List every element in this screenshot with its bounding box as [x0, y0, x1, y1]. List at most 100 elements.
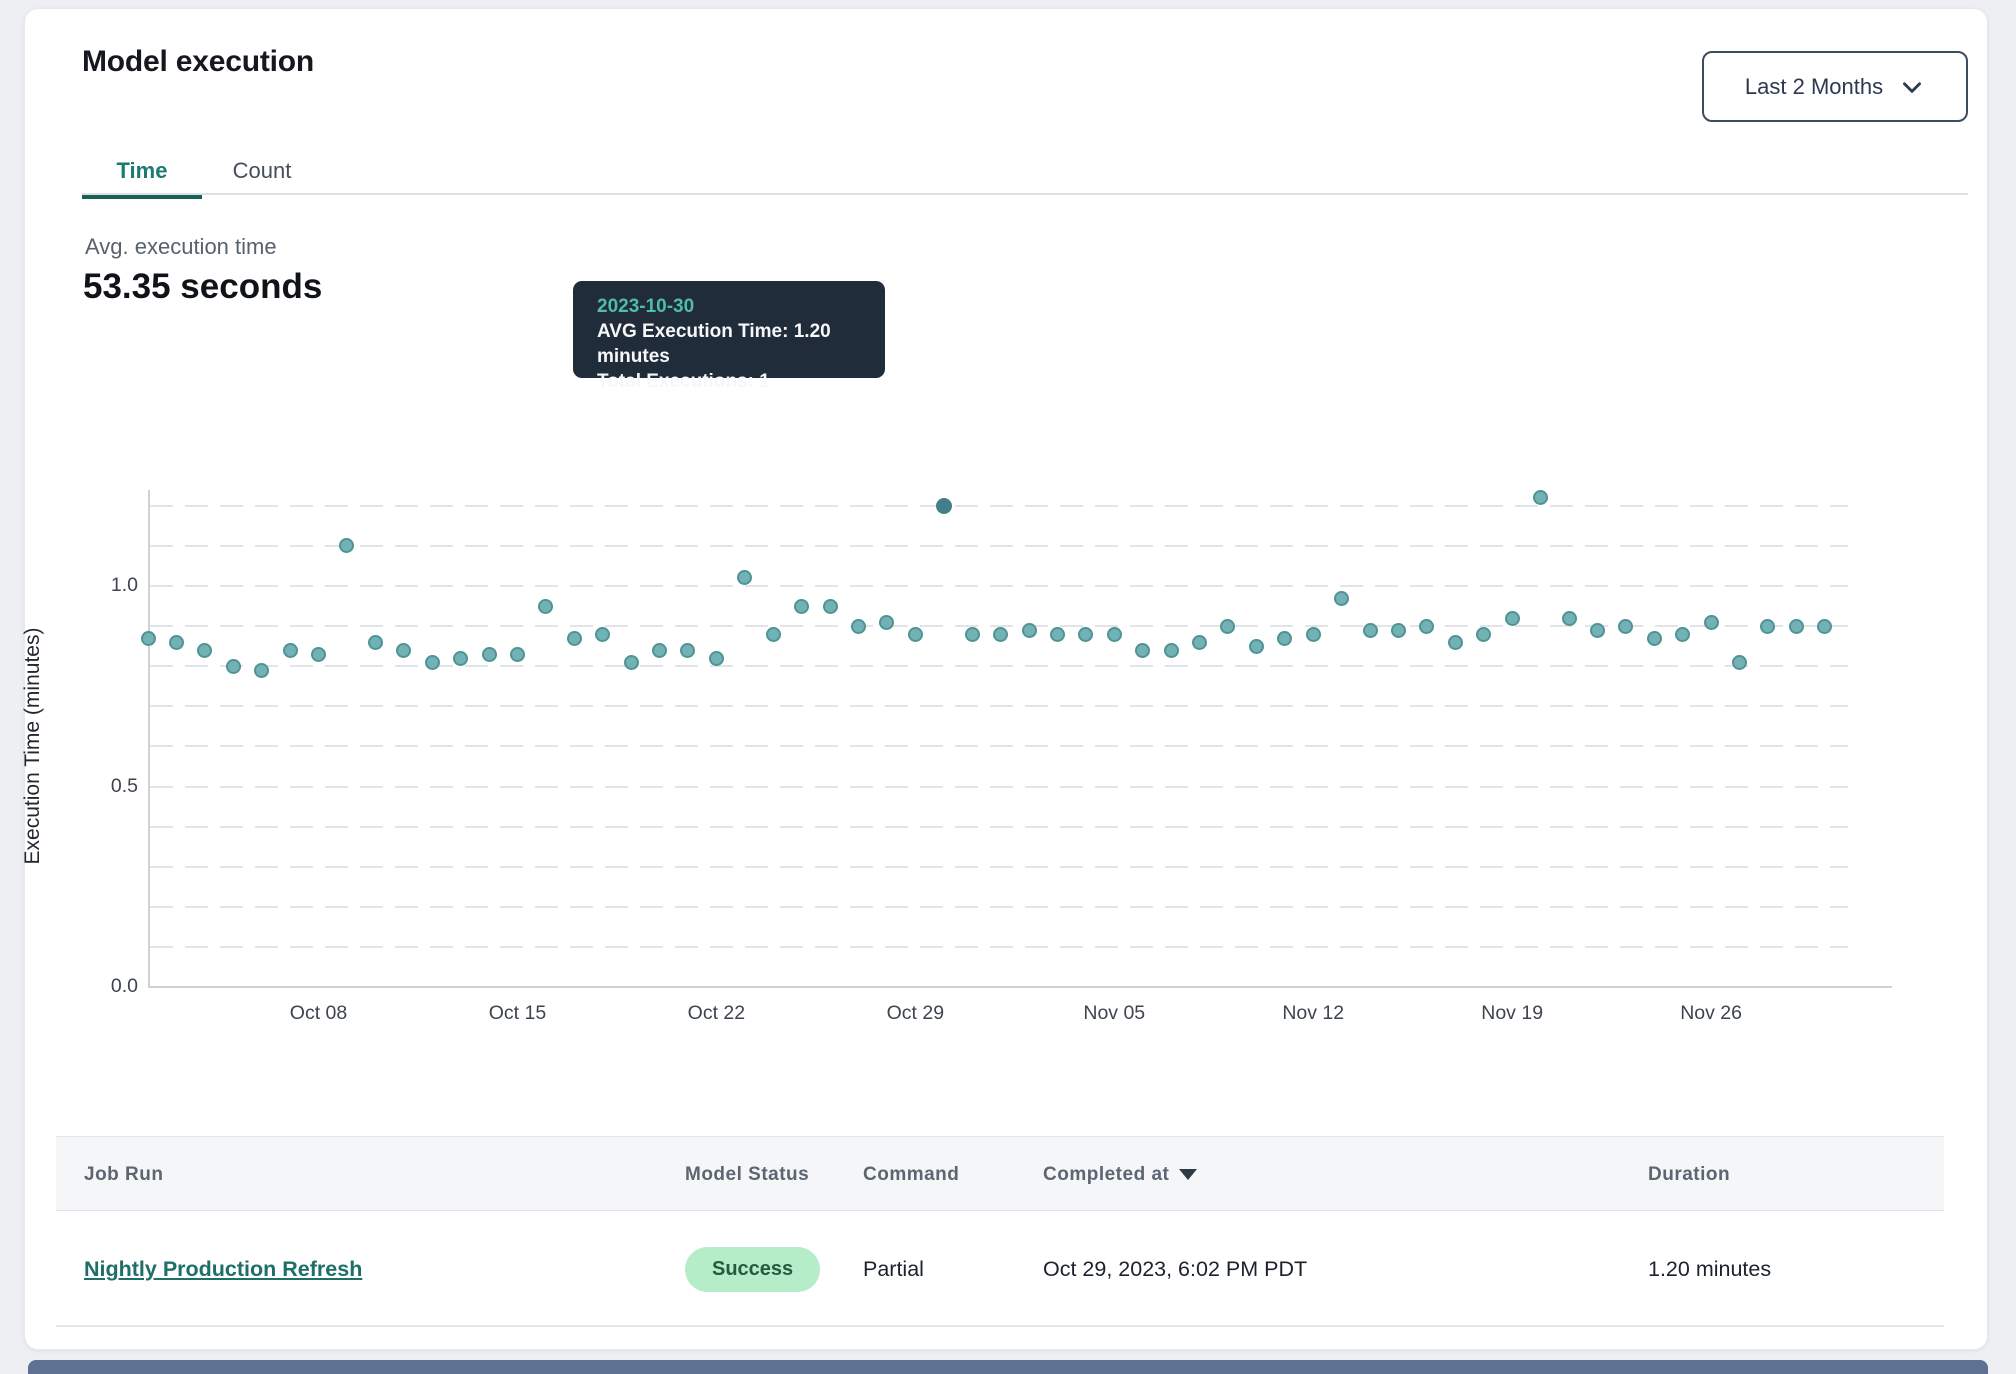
y-axis-title: Execution Time (minutes) [21, 416, 45, 1076]
data-point[interactable] [1306, 627, 1321, 642]
data-point[interactable] [425, 655, 440, 670]
data-point[interactable] [169, 635, 184, 650]
data-point[interactable] [794, 599, 809, 614]
data-point[interactable] [737, 570, 752, 585]
data-point[interactable] [1277, 631, 1292, 646]
data-point[interactable] [1164, 643, 1179, 658]
data-point[interactable] [339, 538, 354, 553]
status-badge: Success [685, 1247, 820, 1292]
data-point[interactable] [1022, 623, 1037, 638]
job-run-link[interactable]: Nightly Production Refresh [84, 1257, 362, 1282]
completed-at-cell: Oct 29, 2023, 6:02 PM PDT [1043, 1212, 1307, 1327]
data-point[interactable] [595, 627, 610, 642]
tab-count[interactable]: Count [202, 147, 322, 195]
data-point[interactable] [766, 627, 781, 642]
sort-desc-icon[interactable] [1179, 1169, 1197, 1180]
page: { "header": { "title": "Model execution"… [0, 0, 2016, 1372]
data-point[interactable] [879, 615, 894, 630]
model-status-cell: Success [685, 1212, 820, 1327]
data-point[interactable] [1078, 627, 1093, 642]
x-axis-line [148, 986, 1892, 988]
data-point[interactable] [283, 643, 298, 658]
data-point[interactable] [1647, 631, 1662, 646]
x-tick-label: Nov 12 [1253, 1002, 1373, 1025]
tooltip-avg-execution: AVG Execution Time: 1.20 minutes [597, 319, 861, 369]
column-header-command: Command [863, 1137, 959, 1212]
data-point[interactable] [538, 599, 553, 614]
data-point[interactable] [680, 643, 695, 658]
data-point[interactable] [226, 659, 241, 674]
data-point-highlighted[interactable] [936, 498, 952, 514]
data-point[interactable] [1135, 643, 1150, 658]
data-point[interactable] [1391, 623, 1406, 638]
data-point[interactable] [510, 647, 525, 662]
job-run-cell: Nightly Production Refresh [84, 1212, 362, 1327]
gridline [150, 505, 1848, 507]
date-range-dropdown[interactable]: Last 2 Months [1702, 51, 1968, 122]
column-header-duration: Duration [1648, 1137, 1730, 1212]
data-point[interactable] [851, 619, 866, 634]
data-point[interactable] [482, 647, 497, 662]
x-tick-label: Oct 22 [656, 1002, 776, 1025]
column-header-job-run: Job Run [84, 1137, 164, 1212]
data-point[interactable] [1760, 619, 1775, 634]
gridline [150, 545, 1848, 547]
data-point[interactable] [652, 643, 667, 658]
column-header-model-status: Model Status [685, 1137, 809, 1212]
data-point[interactable] [1334, 591, 1349, 606]
tabs-divider [82, 193, 1968, 195]
data-point[interactable] [141, 631, 156, 646]
tab-time[interactable]: Time [82, 147, 202, 195]
x-tick-label: Nov 05 [1054, 1002, 1174, 1025]
data-point[interactable] [567, 631, 582, 646]
data-point[interactable] [1249, 639, 1264, 654]
column-header-completed-at[interactable]: Completed at [1043, 1137, 1197, 1212]
gridline [150, 585, 1848, 587]
data-point[interactable] [709, 651, 724, 666]
gridline [150, 826, 1848, 828]
data-point[interactable] [1817, 619, 1832, 634]
data-point[interactable] [1220, 619, 1235, 634]
data-point[interactable] [1419, 619, 1434, 634]
data-point[interactable] [1732, 655, 1747, 670]
data-point[interactable] [368, 635, 383, 650]
scatter-plot-area[interactable] [148, 490, 1848, 987]
table-header: Job Run Model Status Command Completed a… [56, 1136, 1944, 1211]
data-point[interactable] [311, 647, 326, 662]
x-tick-label: Nov 26 [1651, 1002, 1771, 1025]
y-tick-label: 0.5 [86, 775, 138, 798]
data-point[interactable] [254, 663, 269, 678]
gridline [150, 665, 1848, 667]
gridline [150, 906, 1848, 908]
data-point[interactable] [1476, 627, 1491, 642]
data-point[interactable] [1363, 623, 1378, 638]
data-point[interactable] [993, 627, 1008, 642]
data-point[interactable] [1050, 627, 1065, 642]
data-point[interactable] [1533, 490, 1548, 505]
x-tick-label: Oct 29 [855, 1002, 975, 1025]
data-point[interactable] [396, 643, 411, 658]
duration-cell: 1.20 minutes [1648, 1212, 1771, 1327]
data-point[interactable] [1618, 619, 1633, 634]
data-point[interactable] [1704, 615, 1719, 630]
data-point[interactable] [1562, 611, 1577, 626]
gridline [150, 745, 1848, 747]
y-axis-line [148, 490, 150, 987]
gridline [150, 786, 1848, 788]
gridline [150, 866, 1848, 868]
x-tick-label: Oct 08 [259, 1002, 379, 1025]
data-point[interactable] [624, 655, 639, 670]
data-point[interactable] [1192, 635, 1207, 650]
data-point[interactable] [1107, 627, 1122, 642]
data-point[interactable] [1590, 623, 1605, 638]
data-point[interactable] [1675, 627, 1690, 642]
data-point[interactable] [908, 627, 923, 642]
chevron-down-icon [1899, 74, 1925, 100]
data-point[interactable] [197, 643, 212, 658]
data-point[interactable] [1789, 619, 1804, 634]
data-point[interactable] [823, 599, 838, 614]
data-point[interactable] [1448, 635, 1463, 650]
data-point[interactable] [453, 651, 468, 666]
data-point[interactable] [965, 627, 980, 642]
data-point[interactable] [1505, 611, 1520, 626]
